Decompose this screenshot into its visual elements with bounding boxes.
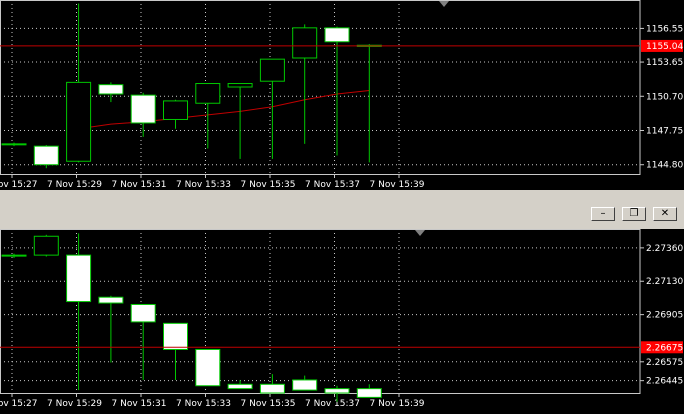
chart-shift-marker — [439, 1, 449, 7]
y-tick-label: 1153.65 — [646, 58, 683, 68]
candle-body-bearish — [130, 94, 156, 124]
candle-body-bearish — [195, 348, 221, 387]
y-tick-label: 2.26905 — [646, 311, 683, 321]
candle-body-bearish — [33, 145, 59, 166]
plot-frame — [0, 0, 641, 175]
x-tick-label: 7 Nov 15:39 — [370, 180, 425, 190]
restore-button[interactable]: ❐ — [622, 207, 646, 221]
x-tick-label: 7 Nov 15:35 — [241, 399, 296, 409]
x-tick-label: 7 Nov 15:33 — [176, 399, 231, 409]
upper-price-chart[interactable]: 7 Nov 15:27 7 Nov 15:29 7 Nov 15:31 7 Nov 1… — [0, 0, 684, 190]
x-tick-label: 7 Nov 15:39 — [370, 399, 425, 409]
candle-body-bullish — [259, 58, 285, 82]
minimize-icon: – — [600, 208, 606, 219]
lower-price-chart[interactable]: 7 Nov 15:27 7 Nov 15:29 7 Nov 15:31 7 Nov 1… — [0, 229, 684, 414]
y-tick-label: 1150.70 — [646, 92, 683, 102]
x-tick-label: 7 Nov 15:33 — [176, 180, 231, 190]
x-tick-label: 7 Nov 15:29 — [47, 399, 102, 409]
candle-body-bearish — [292, 379, 318, 391]
candle-body-bullish — [163, 100, 188, 120]
moving-average-line — [78, 89, 370, 130]
candle-body-bearish — [98, 296, 124, 304]
x-tick-label: 7 Nov 15:37 — [305, 399, 360, 409]
x-tick-label: 7 Nov 15:27 — [0, 180, 37, 190]
current-price-label: 1155.04 — [646, 42, 683, 52]
candle-body-bearish — [98, 84, 124, 95]
x-tick-label: 7 Nov 15:31 — [112, 399, 167, 409]
y-tick-label: 2.27360 — [646, 244, 683, 254]
candle-body-bullish — [66, 81, 92, 162]
y-tick-label: 1147.75 — [646, 127, 683, 137]
y-tick-label: 2.26575 — [646, 358, 683, 368]
y-tick-label: 2.27130 — [646, 277, 683, 287]
plot-frame — [0, 229, 641, 394]
candle-body-bearish — [163, 322, 188, 350]
candle-body-bearish — [324, 388, 350, 394]
candle-body-bearish — [356, 388, 382, 398]
x-tick-label: 7 Nov 15:35 — [241, 180, 296, 190]
candle-body-bearish — [324, 27, 350, 43]
candle-body-bullish — [292, 27, 318, 59]
candle-body-bearish — [130, 303, 156, 323]
candle-body-bullish — [1, 143, 27, 146]
x-tick-label: 7 Nov 15:27 — [0, 399, 37, 409]
close-button[interactable]: ✕ — [653, 207, 677, 221]
candle-body-bearish — [259, 383, 285, 394]
candle-body-bearish — [66, 254, 92, 303]
y-tick-label: 1156.55 — [646, 24, 683, 34]
current-price-label: 2.26675 — [646, 343, 683, 353]
candle-body-bullish — [227, 83, 253, 88]
candle-body-bullish — [1, 254, 27, 257]
minimize-button[interactable]: – — [591, 207, 615, 221]
subwindow-title-bar[interactable] — [0, 190, 684, 229]
x-tick-label: 7 Nov 15:31 — [112, 180, 167, 190]
close-icon: ✕ — [660, 208, 670, 219]
y-tick-label: 2.26445 — [646, 377, 683, 387]
y-tick-label: 1144.80 — [646, 161, 683, 171]
candle-body-bullish — [33, 235, 59, 256]
chart-shift-marker — [415, 230, 425, 236]
candle-body-bearish — [227, 383, 253, 390]
restore-icon: ❐ — [629, 208, 639, 219]
x-tick-label: 7 Nov 15:29 — [47, 180, 102, 190]
x-tick-label: 7 Nov 15:37 — [305, 180, 360, 190]
candle-body-bullish — [195, 83, 221, 104]
